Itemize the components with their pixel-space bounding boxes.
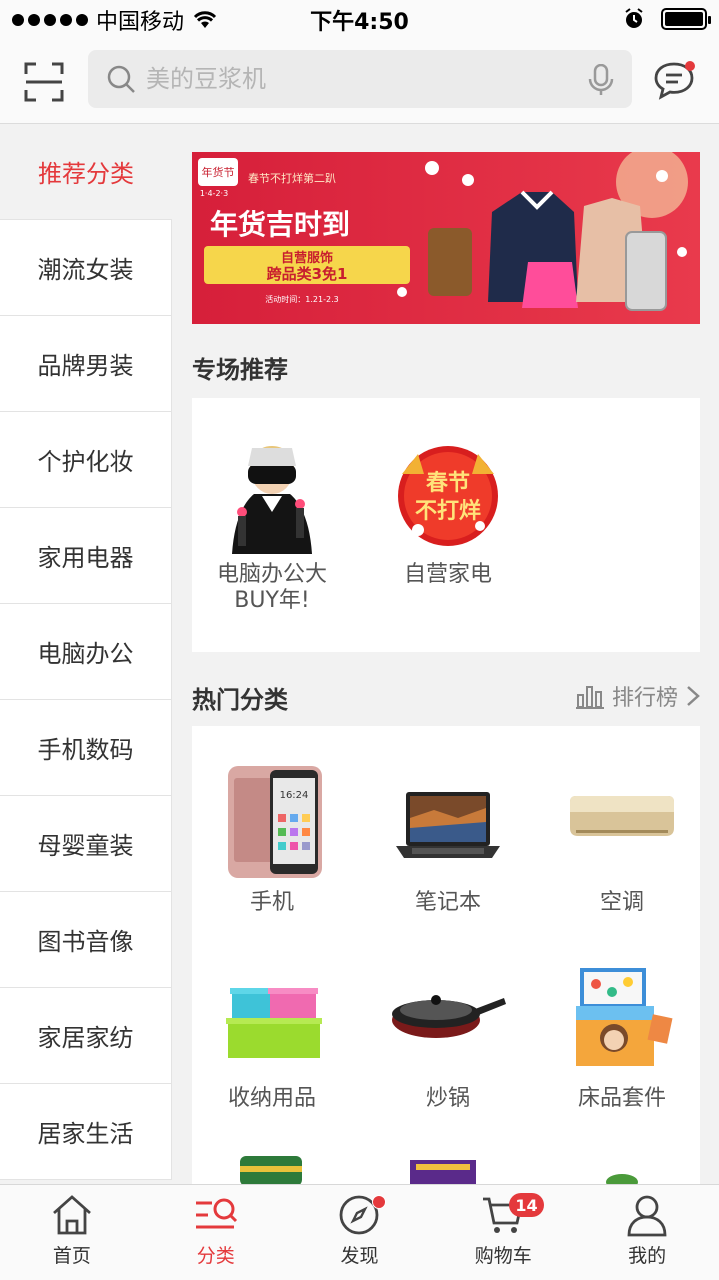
- category-icon: [195, 1198, 237, 1229]
- svg-text:年货吉时到: 年货吉时到: [210, 208, 350, 241]
- tab-discover[interactable]: 发现: [288, 1185, 432, 1280]
- phone-image: 16:24: [228, 766, 322, 878]
- hot-item-storage[interactable]: 收纳用品: [210, 958, 334, 1112]
- svg-text:活动时间：1.21-2.3: 活动时间：1.21-2.3: [265, 294, 338, 304]
- special-item-appliance[interactable]: 春节 不打烊 自营家电: [386, 434, 510, 588]
- svg-text:不打烊: 不打烊: [415, 498, 481, 524]
- wok-image: [392, 995, 506, 1038]
- sidebar-item-appliances[interactable]: 家用电器: [0, 508, 172, 604]
- bar-chart-icon: [575, 686, 604, 709]
- wifi-icon: [193, 11, 217, 28]
- special-item-computer[interactable]: 电脑办公大BUY年!: [210, 434, 334, 614]
- search-header: [0, 40, 719, 124]
- hot-section-title: 热门分类: [192, 686, 288, 714]
- hot-item-phone[interactable]: 16:24 手机: [210, 762, 334, 916]
- bag-image: [428, 228, 472, 296]
- hot-item-label: 笔记本: [414, 890, 481, 915]
- sidebar-item-recommended[interactable]: 推荐分类: [0, 124, 172, 220]
- hot-item-label: 床品套件: [577, 1086, 666, 1111]
- promo-banner[interactable]: 年货节 1·4-2·3 春节不打烊第二趴 年货吉时到 自营服饰 跨品类3免1 活…: [192, 152, 700, 324]
- hot-item-air-conditioner[interactable]: 空调: [560, 762, 684, 916]
- svg-text:1·4-2·3: 1·4-2·3: [200, 189, 228, 198]
- status-bar: 中国移动 下午4:50: [0, 0, 719, 40]
- tab-cart[interactable]: 14 购物车: [431, 1185, 575, 1280]
- beer-can-image: [240, 1156, 302, 1184]
- alarm-icon: [625, 8, 643, 28]
- plant-image: [606, 1174, 638, 1184]
- svg-text:春节: 春节: [426, 471, 470, 496]
- status-right: [623, 8, 711, 30]
- ranking-label: 排行榜: [611, 686, 678, 711]
- tab-label: 我的: [628, 1245, 667, 1267]
- special-item-label: 电脑办公大BUY年!: [216, 562, 327, 613]
- sidebar-item-women[interactable]: 潮流女装: [0, 220, 172, 316]
- message-icon[interactable]: [653, 60, 697, 100]
- svg-text:年货节: 年货节: [202, 165, 235, 179]
- hot-item-label: 收纳用品: [227, 1086, 316, 1111]
- cart-count-badge: 14: [509, 1193, 544, 1217]
- microphone-icon[interactable]: [586, 64, 616, 96]
- svg-text:跨品类3免1: 跨品类3免1: [267, 265, 348, 283]
- status-left: 中国移动: [0, 4, 218, 36]
- tab-home[interactable]: 首页: [0, 1185, 144, 1280]
- vr-headset-image: [232, 446, 312, 554]
- discover-badge: [371, 1195, 386, 1209]
- search-input[interactable]: [146, 65, 566, 93]
- tab-label: 首页: [52, 1245, 91, 1267]
- tab-category[interactable]: 分类: [144, 1185, 288, 1280]
- svg-text:自营服饰: 自营服饰: [281, 250, 333, 266]
- tab-label: 购物车: [474, 1245, 532, 1267]
- scan-icon[interactable]: [24, 62, 64, 102]
- hot-panel: 16:24 手机 笔记本 空调 收纳用品 炒锅 床品套件: [192, 726, 700, 1184]
- hot-item-wok[interactable]: 炒锅: [386, 958, 510, 1112]
- hot-item-label: 空调: [599, 890, 644, 915]
- svg-text:16:24: 16:24: [280, 790, 309, 801]
- sidebar-item-phones[interactable]: 手机数码: [0, 700, 172, 796]
- svg-text:春节不打烊第二趴: 春节不打烊第二趴: [248, 171, 336, 185]
- search-box[interactable]: [88, 50, 632, 108]
- sidebar-item-books[interactable]: 图书音像: [0, 892, 172, 988]
- air-conditioner-image: [570, 796, 674, 836]
- bedding-image: [576, 968, 673, 1066]
- special-section-title: 专场推荐: [192, 356, 288, 384]
- sidebar-item-beauty[interactable]: 个护化妆: [0, 412, 172, 508]
- suitcase-image: [625, 231, 667, 311]
- handbag-image: [522, 262, 578, 308]
- tab-label: 分类: [196, 1245, 235, 1267]
- spring-festival-badge: 春节 不打烊: [398, 446, 498, 546]
- special-item-label: 自营家电: [403, 562, 492, 587]
- chevron-right-icon: [687, 686, 700, 706]
- tab-label: 发现: [340, 1245, 379, 1267]
- sidebar-item-computers[interactable]: 电脑办公: [0, 604, 172, 700]
- hot-item-label: 手机: [249, 890, 294, 915]
- category-sidebar: 推荐分类 潮流女装 品牌男装 个护化妆 家用电器 电脑办公 手机数码 母婴童装 …: [0, 124, 172, 1184]
- sidebar-item-baby[interactable]: 母婴童装: [0, 796, 172, 892]
- user-icon: [627, 1195, 667, 1237]
- hot-item-label: 炒锅: [425, 1086, 470, 1111]
- hot-item-laptop[interactable]: 笔记本: [386, 762, 510, 916]
- laptop-image: [396, 792, 500, 858]
- sidebar-item-men[interactable]: 品牌男装: [0, 316, 172, 412]
- signal-icon: [12, 14, 88, 26]
- snack-box-image: [410, 1160, 476, 1184]
- ranking-link[interactable]: 排行榜: [575, 680, 700, 712]
- home-icon: [52, 1195, 91, 1235]
- search-icon: [107, 65, 135, 93]
- sidebar-item-home-living[interactable]: 居家生活: [0, 1084, 172, 1180]
- category-content: 年货节 1·4-2·3 春节不打烊第二趴 年货吉时到 自营服饰 跨品类3免1 活…: [192, 124, 700, 1184]
- bottom-tab-bar: 首页 分类 发现 14 购物车 我的: [0, 1184, 719, 1280]
- special-panel: 电脑办公大BUY年! 春节 不打烊 自营家电: [192, 398, 700, 652]
- battery-icon: [661, 8, 711, 30]
- sidebar-item-home-textile[interactable]: 家居家纺: [0, 988, 172, 1084]
- carrier-label: 中国移动: [96, 10, 185, 35]
- hot-item-bedding[interactable]: 床品套件: [560, 958, 684, 1112]
- storage-box-image: [226, 988, 322, 1058]
- tab-profile[interactable]: 我的: [575, 1185, 719, 1280]
